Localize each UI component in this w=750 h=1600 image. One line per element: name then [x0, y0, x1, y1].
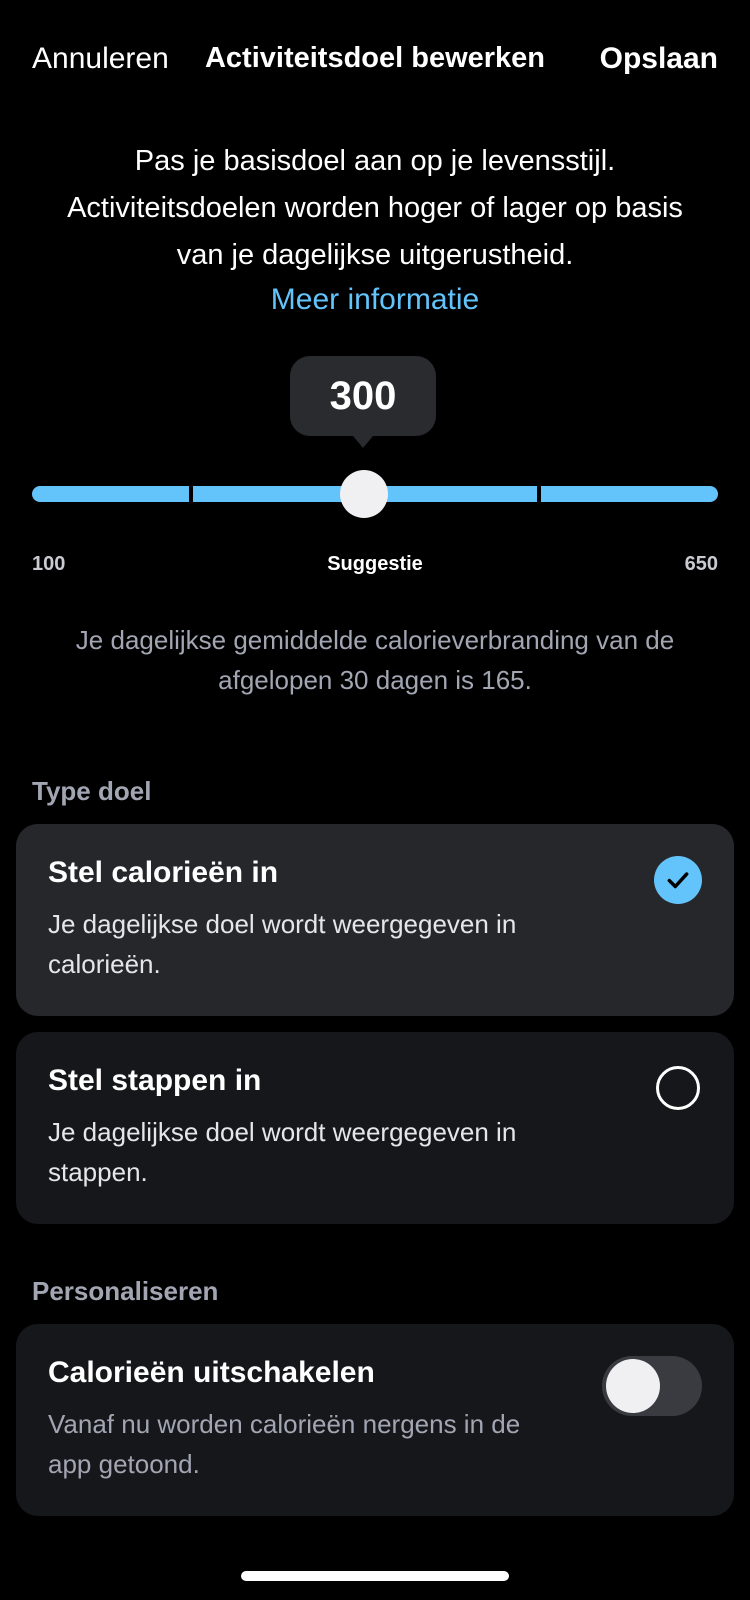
- slider-value-bubble: 300: [290, 356, 436, 448]
- more-info-link[interactable]: Meer informatie: [0, 283, 750, 317]
- checkmark-glyph: [667, 872, 689, 889]
- disable-calories-description: Vanaf nu worden calorieën nergens in de …: [48, 1409, 521, 1479]
- toggle-knob: [606, 1359, 660, 1413]
- intro-text: Pas je basisdoel aan op je levensstijl. …: [67, 145, 683, 271]
- slider-value: 300: [329, 374, 397, 418]
- bubble-pointer: [353, 436, 373, 448]
- slider-suggestion-label: Suggestie: [327, 553, 423, 575]
- option-steps-description: Je dagelijkse doel wordt weergegeven in …: [48, 1117, 517, 1187]
- save-button[interactable]: Opslaan: [600, 42, 718, 76]
- option-steps-title: Stel stappen in: [48, 1064, 262, 1097]
- option-calories-description: Je dagelijkse doel wordt weergegeven in …: [48, 909, 517, 979]
- option-steps-card[interactable]: Stel stappen in Je dagelijkse doel wordt…: [16, 1032, 734, 1224]
- edit-activity-goal-screen: Annuleren Activiteitsdoel bewerken Opsla…: [0, 0, 750, 1600]
- disable-calories-card: Calorieën uitschakelen Vanaf nu worden c…: [16, 1324, 734, 1516]
- slider-tick: [189, 486, 193, 502]
- home-indicator[interactable]: [241, 1571, 509, 1581]
- goal-type-section-label: Type doel: [32, 776, 152, 806]
- average-burn-text: Je dagelijkse gemiddelde calorieverbrand…: [75, 625, 675, 695]
- slider-max-label: 650: [684, 553, 718, 575]
- option-calories-card[interactable]: Stel calorieën in Je dagelijkse doel wor…: [16, 824, 734, 1016]
- personalize-section-label: Personaliseren: [32, 1276, 219, 1306]
- radio-empty-icon[interactable]: [656, 1066, 700, 1110]
- goal-slider-thumb[interactable]: [340, 470, 388, 518]
- option-calories-title: Stel calorieën in: [48, 856, 279, 889]
- disable-calories-toggle[interactable]: [602, 1356, 702, 1416]
- slider-tick: [537, 486, 541, 502]
- checkmark-icon[interactable]: [654, 856, 702, 904]
- navigation-header: Annuleren Activiteitsdoel bewerken Opsla…: [0, 38, 750, 82]
